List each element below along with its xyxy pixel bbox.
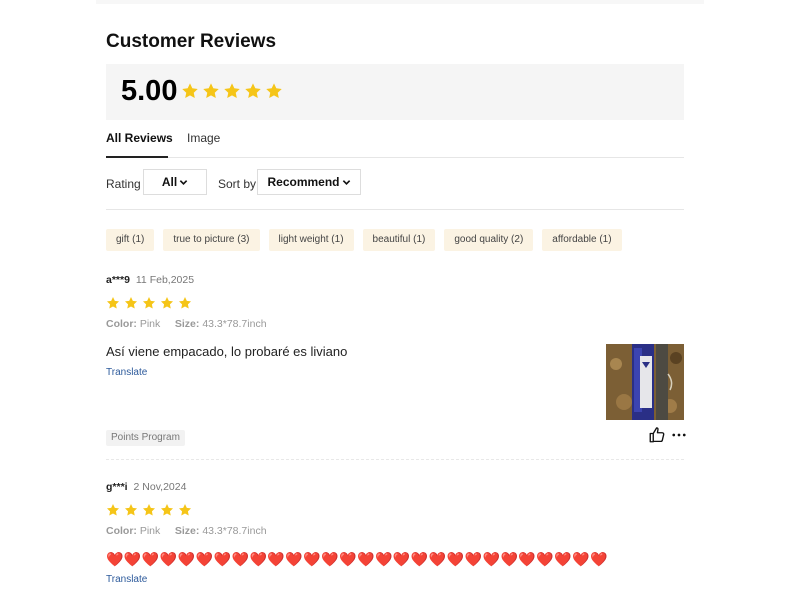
star-filled-icon: [224, 83, 240, 99]
rating-filter-label: Rating: [106, 177, 141, 191]
review-sku-info: Color: Pink Size: 43.3*78.7inch: [106, 318, 267, 330]
points-program-badge: Points Program: [106, 430, 185, 446]
size-label: Size:: [174, 318, 200, 330]
tag-chip[interactable]: good quality (2): [444, 229, 534, 251]
tab-image[interactable]: Image: [187, 131, 220, 145]
sort-select[interactable]: Recommend: [257, 169, 361, 195]
summary-stars: [181, 82, 283, 100]
review-date: 11 Feb,2025: [135, 274, 195, 286]
filter-bar: Rating All Sort by Recommend: [106, 157, 684, 210]
review-divider: [106, 459, 684, 460]
star-filled-icon: [160, 504, 174, 516]
star-filled-icon: [106, 297, 120, 309]
size-value: 43.3*78.7inch: [202, 318, 267, 330]
star-filled-icon: [178, 297, 192, 309]
star-filled-icon: [142, 504, 156, 516]
color-value: Pink: [139, 525, 161, 537]
sort-label: Sort by: [218, 177, 257, 191]
star-filled-icon: [178, 504, 192, 516]
rating-select-value: All: [161, 175, 178, 189]
review-photo-thumbnail[interactable]: [606, 344, 684, 420]
sort-select-value: Recommend: [267, 175, 340, 189]
review-text: ❤️❤️❤️❤️❤️❤️❤️❤️❤️❤️❤️❤️❤️❤️❤️❤️❤️❤️❤️❤️…: [106, 551, 609, 567]
tag-chip[interactable]: beautiful (1): [362, 229, 436, 251]
tab-all-reviews[interactable]: All Reviews: [106, 131, 173, 145]
star-filled-icon: [106, 504, 120, 516]
top-strip: [96, 0, 704, 4]
size-label: Size:: [174, 525, 200, 537]
rating-select[interactable]: All: [143, 169, 207, 195]
star-filled-icon: [124, 504, 138, 516]
review-tabs: All Reviews Image: [106, 121, 684, 158]
star-filled-icon: [160, 297, 174, 309]
star-filled-icon: [266, 83, 282, 99]
review-sku-info: Color: Pink Size: 43.3*78.7inch: [106, 525, 267, 537]
color-label: Color:: [106, 525, 137, 537]
tag-chip[interactable]: affordable (1): [542, 229, 622, 251]
tag-chip[interactable]: true to picture (3): [163, 229, 260, 251]
review-header: a***9 11 Feb,2025: [106, 274, 194, 286]
review-text: Así viene empacado, lo probaré es livian…: [106, 344, 348, 359]
chevron-down-icon: [179, 179, 188, 185]
review-tags: gift (1) true to picture (3) light weigh…: [106, 229, 622, 251]
translate-link[interactable]: Translate: [106, 574, 147, 585]
color-label: Color:: [106, 318, 137, 330]
average-score: 5.00: [121, 75, 178, 107]
star-filled-icon: [124, 297, 138, 309]
review-date: 2 Nov,2024: [133, 481, 187, 493]
translate-link[interactable]: Translate: [106, 367, 147, 378]
tag-chip[interactable]: gift (1): [106, 229, 155, 251]
color-value: Pink: [139, 318, 161, 330]
review-header: g***i 2 Nov,2024: [106, 481, 186, 493]
review-stars: [106, 503, 192, 517]
star-filled-icon: [182, 83, 198, 99]
star-filled-icon: [245, 83, 261, 99]
tag-chip[interactable]: light weight (1): [268, 229, 354, 251]
more-options-icon[interactable]: [670, 426, 688, 444]
thumbs-up-icon[interactable]: [648, 426, 666, 444]
chevron-down-icon: [342, 179, 350, 185]
size-value: 43.3*78.7inch: [202, 525, 267, 537]
section-title: Customer Reviews: [106, 31, 277, 52]
review-photo-image: [606, 344, 684, 420]
rating-summary: 5.00: [106, 64, 684, 120]
reviewer-name: g***i: [106, 481, 128, 493]
reviewer-name: a***9: [106, 274, 130, 286]
review-stars: [106, 296, 192, 310]
star-filled-icon: [203, 83, 219, 99]
star-filled-icon: [142, 297, 156, 309]
review-actions: [648, 426, 688, 444]
